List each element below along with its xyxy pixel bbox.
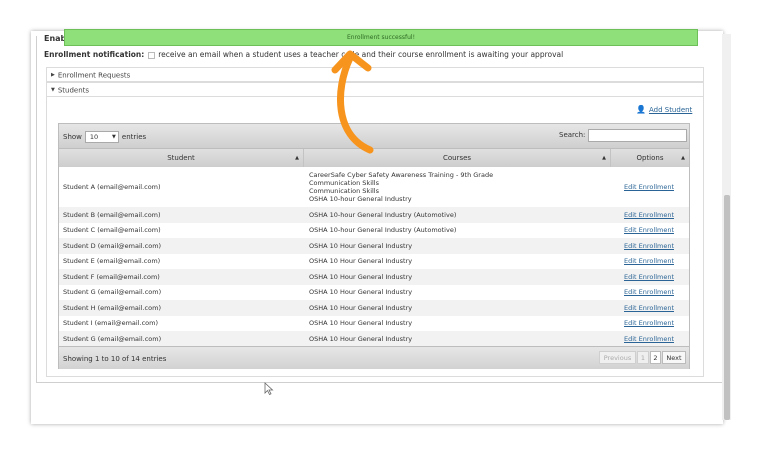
column-header-student-label: Student <box>167 154 195 162</box>
edit-enrollment-link[interactable]: Edit Enrollment <box>624 319 674 327</box>
course-name: Communication Skills <box>309 187 379 195</box>
student-cell: Student C (email@email.com) <box>63 226 161 235</box>
courses-cell: OSHA 10 Hour General Industry <box>309 319 412 327</box>
entries-label: entries <box>121 133 147 141</box>
course-name: OSHA 10 Hour General Industry <box>309 303 413 312</box>
table-info: Showing 1 to 10 of 14 entries <box>63 355 167 363</box>
pagination-page-2[interactable]: 2 <box>650 351 661 364</box>
user-plus-icon: 👤 <box>636 105 646 114</box>
scrollbar-thumb[interactable] <box>724 195 730 420</box>
caret-right-icon: ▶ <box>51 72 55 78</box>
student-cell: Student G (email@email.com) <box>63 288 162 297</box>
course-name: OSHA 10-hour General Industry <box>309 195 412 203</box>
course-name: Communication Skills <box>309 179 379 187</box>
sort-up-icon: ▲ <box>295 155 299 161</box>
edit-enrollment-link[interactable]: Edit Enrollment <box>624 257 674 265</box>
pagination-next[interactable]: Next <box>662 351 686 364</box>
enrollment-notification-label: Enrollment notification: <box>44 50 145 59</box>
courses-cell: OSHA 10-hour General Industry (Automotiv… <box>309 211 456 219</box>
student-cell: Student B (email@email.com) <box>63 210 161 219</box>
course-name: CareerSafe Cyber Safety Awareness Traini… <box>309 171 494 179</box>
course-name: OSHA 10 Hour General Industry <box>309 272 413 281</box>
pagination-previous[interactable]: Previous <box>599 351 636 364</box>
enrollment-notification-row: Enrollment notification: receive an email… <box>44 50 563 59</box>
column-header-options-label: Options <box>636 154 664 162</box>
course-name: OSHA 10 Hour General Industry <box>309 288 413 297</box>
edit-enrollment-link[interactable]: Edit Enrollment <box>624 226 674 234</box>
edit-enrollment-link[interactable]: Edit Enrollment <box>624 288 674 296</box>
table-row: Student E (email@email.com) OSHA 10 Hour … <box>59 254 689 270</box>
page-length-control: Show 10 ▼ entries <box>63 131 146 143</box>
content-border-left <box>36 36 37 382</box>
accordion-enrollment-requests-label: Enrollment Requests <box>57 71 131 80</box>
course-name: OSHA 10 Hour General Industry <box>309 257 413 266</box>
table-row: Student B (email@email.com) OSHA 10-hour … <box>59 207 689 223</box>
courses-cell: OSHA 10 Hour General Industry <box>309 257 412 265</box>
courses-cell: OSHA 10 Hour General Industry <box>309 335 412 343</box>
edit-enrollment-link[interactable]: Edit Enrollment <box>624 211 674 219</box>
courses-cell: CareerSafe Cyber Safety Awareness Traini… <box>309 171 493 203</box>
courses-cell: OSHA 10 Hour General Industry <box>309 304 412 312</box>
student-cell: Student G (email@email.com) <box>63 334 162 343</box>
student-cell: Student H (email@email.com) <box>63 303 161 312</box>
course-name: OSHA 10-hour General Industry (Automotiv… <box>309 226 457 235</box>
course-name: OSHA 10 Hour General Industry <box>309 334 413 343</box>
mouse-pointer-icon <box>264 382 274 396</box>
table-row: Student I (email@email.com) OSHA 10 Hour … <box>59 316 689 332</box>
courses-cell: OSHA 10 Hour General Industry <box>309 273 412 281</box>
edit-enrollment-link[interactable]: Edit Enrollment <box>624 335 674 343</box>
table-row: Student H (email@email.com) OSHA 10 Hour … <box>59 300 689 316</box>
course-name: OSHA 10 Hour General Industry <box>309 319 413 328</box>
notification-checkbox[interactable] <box>148 51 156 59</box>
table-row: Student G (email@email.com) OSHA 10 Hour … <box>59 285 689 301</box>
edit-enrollment-link[interactable]: Edit Enrollment <box>624 304 674 312</box>
pagination-page-1[interactable]: 1 <box>637 351 649 364</box>
search-input[interactable] <box>588 129 687 142</box>
add-student-label: Add Student <box>648 106 693 114</box>
student-cell: Student D (email@email.com) <box>63 241 162 250</box>
edit-enrollment-link[interactable]: Edit Enrollment <box>624 242 674 250</box>
accordion-students-label: Students <box>57 86 90 95</box>
sort-up-icon: ▲ <box>602 155 606 161</box>
table-row: Student F (email@email.com) OSHA 10 Hour … <box>59 269 689 285</box>
column-header-courses-label: Courses <box>442 154 472 162</box>
table-row: Student G (email@email.com) OSHA 10 Hour … <box>59 331 689 347</box>
column-header-student[interactable]: Student ▲ <box>59 149 304 167</box>
course-name: OSHA 10 Hour General Industry <box>309 241 413 250</box>
table-row: Student A (email@email.com) CareerSafe Cy… <box>59 167 689 207</box>
add-student-link[interactable]: 👤 Add Student <box>636 105 692 114</box>
course-name: OSHA 10-hour General Industry (Automotiv… <box>309 210 457 219</box>
student-cell: Student E (email@email.com) <box>63 257 161 266</box>
search-label: Search: <box>559 131 586 139</box>
courses-cell: OSHA 10 Hour General Industry <box>309 242 412 250</box>
show-label: Show <box>63 133 82 141</box>
table-footer: Showing 1 to 10 of 14 entries Previous 1… <box>59 346 689 369</box>
student-cell: Student F (email@email.com) <box>63 272 160 281</box>
courses-cell: OSHA 10-hour General Industry (Automotiv… <box>309 226 456 234</box>
table-row: Student C (email@email.com) OSHA 10-hour … <box>59 223 689 239</box>
content-border-bottom <box>36 382 722 383</box>
student-cell: Student I (email@email.com) <box>63 319 159 328</box>
chevron-down-icon: ▼ <box>112 134 116 140</box>
sort-up-icon: ▲ <box>681 155 685 161</box>
courses-cell: OSHA 10 Hour General Industry <box>309 288 412 296</box>
page-length-value: 10 <box>89 133 99 141</box>
edit-enrollment-link[interactable]: Edit Enrollment <box>624 273 674 281</box>
student-cell: Student A (email@email.com) <box>63 183 161 191</box>
column-header-options[interactable]: Options ▲ <box>611 149 689 167</box>
page-length-select[interactable]: 10 ▼ <box>84 131 119 143</box>
curved-arrow-icon <box>331 50 374 154</box>
edit-enrollment-link[interactable]: Edit Enrollment <box>624 183 674 191</box>
table-row: Student D (email@email.com) OSHA 10 Hour … <box>59 238 689 254</box>
caret-down-icon: ▼ <box>51 87 55 93</box>
